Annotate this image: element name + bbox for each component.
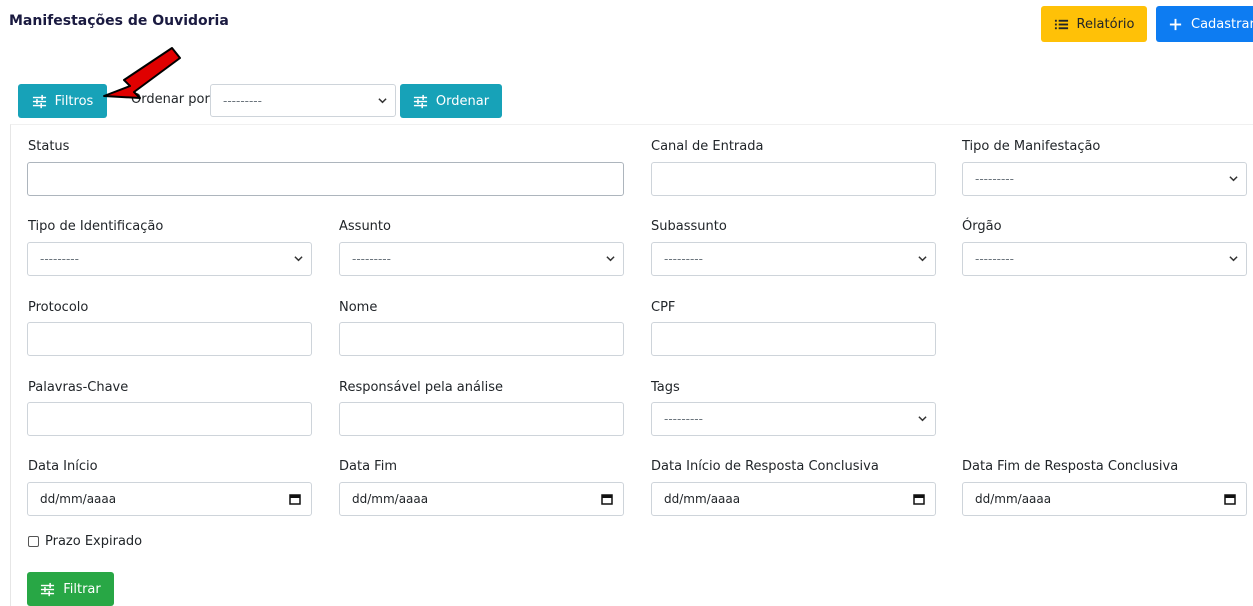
data-inicio-resposta-value: dd/mm/aaaa: [664, 492, 741, 506]
prazo-expirado-checkbox[interactable]: Prazo Expirado: [28, 534, 142, 549]
chevron-down-icon: [378, 98, 387, 104]
assunto-select[interactable]: ---------: [339, 242, 624, 276]
ordenar-select[interactable]: ---------: [210, 84, 396, 117]
cadastrar-button[interactable]: Cadastrar: [1156, 6, 1253, 42]
data-inicio-resposta-label: Data Início de Resposta Conclusiva: [651, 459, 879, 474]
canal-label: Canal de Entrada: [651, 139, 764, 154]
ordenar-button-label: Ordenar: [435, 93, 490, 109]
data-fim-resposta-value: dd/mm/aaaa: [975, 492, 1052, 506]
filtros-label: Filtros: [54, 93, 94, 109]
responsavel-label: Responsável pela análise: [339, 380, 503, 395]
palavras-chave-label: Palavras-Chave: [28, 380, 129, 395]
ordenar-button[interactable]: Ordenar: [400, 84, 502, 118]
checkbox-box[interactable]: [28, 536, 39, 547]
sliders-icon: [41, 582, 55, 596]
subassunto-select[interactable]: ---------: [651, 242, 936, 276]
protocolo-input[interactable]: [27, 322, 312, 356]
data-fim-label: Data Fim: [339, 459, 397, 474]
filters-panel: [10, 124, 1253, 606]
calendar-icon[interactable]: [289, 493, 301, 505]
filtrar-label: Filtrar: [63, 581, 101, 597]
nome-input[interactable]: [339, 322, 624, 356]
orgao-value: ---------: [975, 252, 1014, 266]
responsavel-input[interactable]: [339, 402, 624, 436]
canal-input[interactable]: [651, 162, 936, 196]
chevron-down-icon: [1229, 256, 1238, 262]
chevron-down-icon: [606, 256, 615, 262]
protocolo-label: Protocolo: [28, 300, 89, 315]
prazo-expirado-label: Prazo Expirado: [45, 534, 143, 549]
orgao-select[interactable]: ---------: [962, 242, 1247, 276]
tipo-identificacao-select[interactable]: ---------: [27, 242, 312, 276]
data-inicio-label: Data Início: [28, 459, 98, 474]
red-arrow-icon: [103, 47, 181, 99]
chevron-down-icon: [294, 256, 303, 262]
chevron-down-icon: [918, 416, 927, 422]
cpf-label: CPF: [651, 300, 676, 315]
tags-label: Tags: [651, 380, 680, 395]
data-fim-input[interactable]: dd/mm/aaaa: [339, 482, 624, 516]
relatorio-label: Relatório: [1076, 16, 1135, 32]
filtrar-button[interactable]: Filtrar: [27, 572, 114, 606]
orgao-label: Órgão: [962, 219, 1002, 234]
tipo-manifestacao-label: Tipo de Manifestação: [962, 139, 1101, 154]
sliders-icon: [413, 94, 427, 108]
chevron-down-icon: [1229, 176, 1238, 182]
calendar-icon[interactable]: [913, 493, 925, 505]
tipo-identificacao-label: Tipo de Identificação: [28, 219, 164, 234]
relatorio-button[interactable]: Relatório: [1041, 6, 1147, 42]
data-inicio-value: dd/mm/aaaa: [40, 492, 117, 506]
tags-value: ---------: [664, 412, 703, 426]
cadastrar-label: Cadastrar: [1191, 16, 1253, 32]
subassunto-label: Subassunto: [651, 219, 727, 234]
chevron-down-icon: [918, 256, 927, 262]
tags-select[interactable]: ---------: [651, 402, 936, 436]
data-fim-value: dd/mm/aaaa: [352, 492, 429, 506]
tipo-manifestacao-select[interactable]: ---------: [962, 162, 1247, 196]
status-input[interactable]: [27, 162, 624, 196]
subassunto-value: ---------: [664, 252, 703, 266]
calendar-icon[interactable]: [1224, 493, 1236, 505]
data-inicio-resposta-input[interactable]: dd/mm/aaaa: [651, 482, 936, 516]
page-title: Manifestações de Ouvidoria: [9, 13, 229, 29]
tipo-manifestacao-value: ---------: [975, 172, 1014, 186]
list-icon: [1054, 19, 1068, 29]
cpf-input[interactable]: [651, 322, 936, 356]
assunto-value: ---------: [352, 252, 391, 266]
sliders-icon: [32, 94, 46, 108]
plus-icon: [1169, 18, 1182, 30]
tipo-identificacao-value: ---------: [40, 252, 79, 266]
filtros-button[interactable]: Filtros: [18, 84, 107, 118]
nome-label: Nome: [339, 300, 378, 315]
ordenar-select-value: ---------: [223, 93, 262, 108]
palavras-chave-input[interactable]: [27, 402, 312, 436]
status-label: Status: [28, 139, 70, 154]
calendar-icon[interactable]: [601, 493, 613, 505]
assunto-label: Assunto: [339, 219, 391, 234]
data-inicio-input[interactable]: dd/mm/aaaa: [27, 482, 312, 516]
data-fim-resposta-label: Data Fim de Resposta Conclusiva: [962, 459, 1179, 474]
data-fim-resposta-input[interactable]: dd/mm/aaaa: [962, 482, 1247, 516]
